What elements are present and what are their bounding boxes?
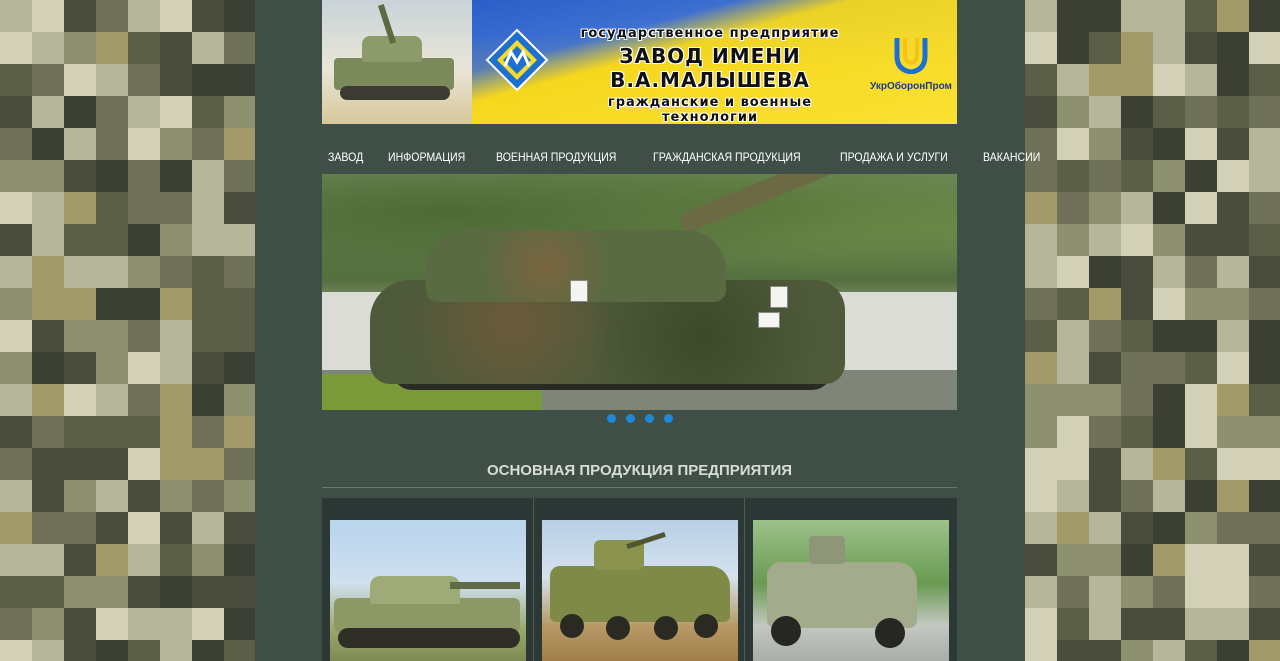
hero-slider-image[interactable] [322,174,957,410]
malyshev-logo-icon [485,28,549,92]
main-navigation: ЗАВОД ИНФОРМАЦИЯ ВОЕННАЯ ПРОДУКЦИЯ ГРАЖД… [322,146,1040,168]
camouflage-background-left [0,0,255,661]
banner-tank-image [322,0,472,124]
title-line-enterprise: государственное предприятие [580,26,840,41]
display-placard [770,286,788,308]
slider-dot-3[interactable] [645,414,654,423]
product-image-armored-car[interactable] [753,520,950,661]
company-title: государственное предприятие ЗАВОД ИМЕНИ … [560,26,860,124]
ukroboronprom-shield-icon [894,38,928,75]
display-placard [758,312,780,328]
products-grid [322,498,957,661]
product-card-apc[interactable] [534,498,746,661]
title-line-factory-name: ЗАВОД ИМЕНИ В.А.МАЛЫШЕВА [610,44,810,92]
ukroboronprom-logo: УкрОборонПром [868,34,954,92]
display-placard [570,280,588,302]
product-image-tank[interactable] [330,520,526,661]
product-card-armored-car[interactable] [745,498,957,661]
product-image-apc[interactable] [541,520,738,661]
ukroboronprom-logo-text: УкрОборонПром [870,81,952,92]
slider-dot-4[interactable] [664,414,673,423]
page-container: государственное предприятие ЗАВОД ИМЕНИ … [255,0,1040,661]
product-card-tank[interactable] [322,498,534,661]
slider-pagination [255,414,1025,423]
nav-item-military-products[interactable]: ВОЕННАЯ ПРОДУКЦИЯ [496,150,616,164]
nav-item-information[interactable]: ИНФОРМАЦИЯ [388,150,465,164]
slider-dot-1[interactable] [607,414,616,423]
nav-item-civil-products[interactable]: ГРАЖДАНСКАЯ ПРОДУКЦИЯ [653,150,801,164]
title-line-technologies: гражданские и военные технологии [607,95,813,124]
nav-item-factory[interactable]: ЗАВОД [328,150,363,164]
section-divider [322,487,957,488]
nav-item-sales-services[interactable]: ПРОДАЖА И УСЛУГИ [840,150,948,164]
header-banner[interactable]: государственное предприятие ЗАВОД ИМЕНИ … [322,0,957,124]
nav-item-vacancies[interactable]: ВАКАНСИИ [983,150,1040,164]
camouflage-background-right [1025,0,1280,661]
section-title-main-products: ОСНОВНАЯ ПРОДУКЦИЯ ПРЕДПРИЯТИЯ [486,462,793,479]
slider-dot-2[interactable] [626,414,635,423]
